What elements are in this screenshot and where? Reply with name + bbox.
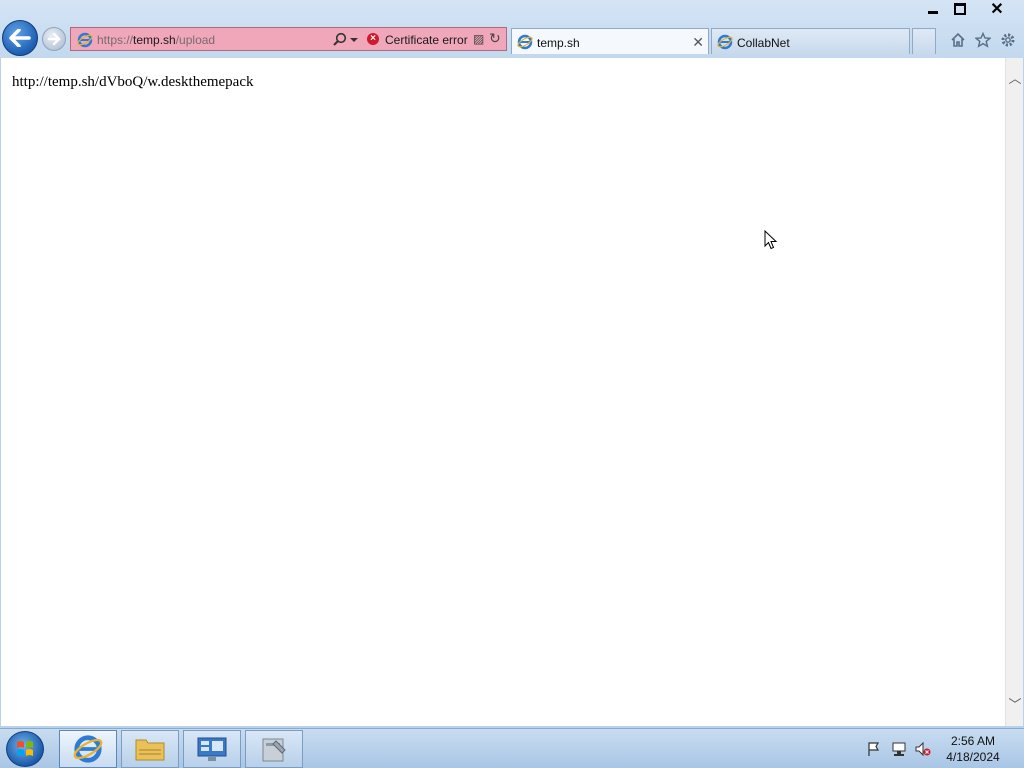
- clock-time: 2:56 AM: [950, 734, 996, 748]
- start-button[interactable]: [6, 731, 44, 767]
- url-path: /upload: [175, 33, 216, 47]
- url-scheme: https://: [97, 33, 134, 47]
- windows-start-icon: [17, 741, 33, 756]
- tab-close-icon[interactable]: ✕: [692, 34, 704, 51]
- address-dropdown-icon[interactable]: [350, 38, 358, 42]
- back-button[interactable]: [2, 20, 38, 56]
- volume-muted-icon[interactable]: [915, 741, 931, 757]
- scroll-up-icon[interactable]: ︿: [1008, 72, 1022, 86]
- tab-label: CollabNet: [737, 36, 790, 50]
- search-icon[interactable]: [333, 32, 347, 46]
- minimize-button[interactable]: [920, 0, 946, 18]
- ie-icon: [73, 735, 103, 763]
- settings-gear-icon: [1001, 33, 1015, 47]
- browser-chrome: ✕ https://temp.sh/upload × Certificate e…: [0, 0, 1024, 58]
- page-content: http://temp.sh/dVboQ/w.deskthemepack: [1, 58, 1005, 726]
- page-text: http://temp.sh/dVboQ/w.deskthemepack: [12, 74, 254, 90]
- tab-temp-sh[interactable]: temp.sh ✕: [511, 28, 709, 54]
- restore-button[interactable]: [948, 0, 972, 18]
- ie-icon: [517, 34, 533, 50]
- settings-button[interactable]: [998, 30, 1018, 50]
- home-button[interactable]: [948, 30, 968, 50]
- mouse-cursor-icon: [764, 230, 778, 250]
- close-window-button[interactable]: ✕: [975, 0, 1019, 18]
- taskbar-internet-explorer[interactable]: [59, 730, 117, 768]
- taskbar-file-explorer[interactable]: [121, 730, 179, 768]
- tab-collabnet[interactable]: CollabNet: [711, 28, 910, 54]
- back-arrow-icon: [9, 29, 31, 47]
- url-text[interactable]: https://temp.sh/upload: [97, 33, 215, 47]
- system-clock[interactable]: 2:56 AM 4/18/2024: [940, 733, 1006, 765]
- restore-icon: [954, 3, 966, 15]
- vertical-scrollbar[interactable]: ︿ ﹀: [1005, 58, 1023, 726]
- address-bar[interactable]: https://temp.sh/upload × Certificate err…: [70, 27, 507, 51]
- taskbar-admin-tools[interactable]: [245, 730, 303, 768]
- network-icon[interactable]: [891, 741, 907, 757]
- favorites-button[interactable]: [973, 30, 993, 50]
- server-manager-icon: [197, 737, 227, 761]
- admin-tools-icon: [262, 738, 286, 762]
- favorites-star-icon: [975, 32, 991, 48]
- taskbar-server-manager[interactable]: [183, 730, 241, 768]
- new-tab-button[interactable]: [912, 28, 936, 54]
- forward-arrow-icon: [47, 33, 61, 45]
- forward-button[interactable]: [42, 27, 66, 51]
- tab-label: temp.sh: [537, 36, 580, 50]
- refresh-icon[interactable]: ↻: [489, 30, 501, 47]
- ie-icon: [77, 32, 93, 48]
- certificate-error-label[interactable]: Certificate error: [385, 33, 468, 47]
- folder-icon: [135, 739, 165, 761]
- ie-icon: [717, 34, 733, 50]
- clock-date: 4/18/2024: [946, 750, 1000, 764]
- certificate-error-icon[interactable]: ×: [367, 33, 379, 45]
- action-center-flag-icon[interactable]: [866, 741, 882, 757]
- compat-view-icon[interactable]: ▨: [473, 32, 484, 46]
- url-host: temp.sh: [133, 33, 176, 47]
- taskbar: 2:56 AM 4/18/2024: [0, 728, 1024, 768]
- scroll-down-icon[interactable]: ﹀: [1008, 698, 1022, 712]
- home-icon: [951, 32, 965, 47]
- minimize-icon: [928, 10, 938, 14]
